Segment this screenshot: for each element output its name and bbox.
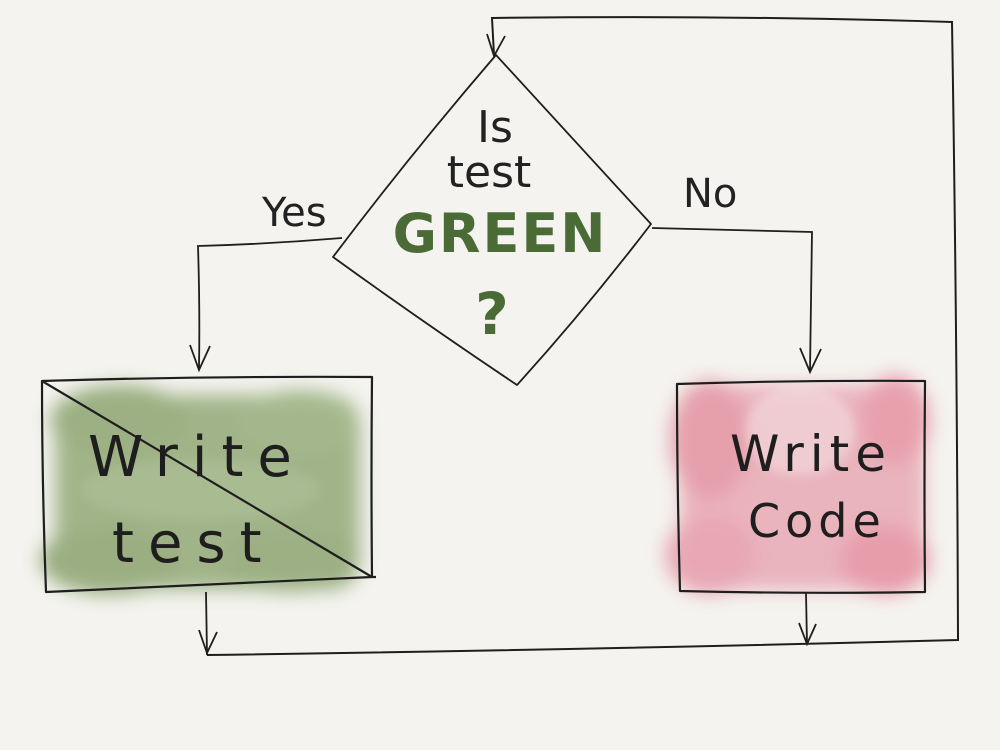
write-test-label-line2: test xyxy=(112,511,276,576)
no-connector xyxy=(651,227,813,371)
write-code-label-line1: Write xyxy=(730,425,892,483)
write-code-wash xyxy=(665,375,930,595)
write-code-label-line2: Code xyxy=(748,494,886,548)
yes-label: Yes xyxy=(261,190,327,236)
write-test-down-connector xyxy=(205,591,208,656)
flowchart-canvas: Yes No Is test GREEN ? Write test Write … xyxy=(0,0,1000,750)
decision-question-mark: ? xyxy=(475,280,509,348)
write-code-down-connector xyxy=(805,592,808,645)
decision-text-test: test xyxy=(447,147,532,198)
flowchart: Yes No Is test GREEN ? Write test Write … xyxy=(40,16,960,656)
decision-text-green: GREEN xyxy=(393,202,608,265)
write-test-down-arrowhead xyxy=(198,629,218,656)
yes-connector xyxy=(197,237,343,369)
return-arrowhead xyxy=(486,33,506,59)
write-test-label-line1: Write xyxy=(88,425,306,490)
decision-text-is: Is xyxy=(477,102,513,153)
no-label: No xyxy=(683,171,737,217)
